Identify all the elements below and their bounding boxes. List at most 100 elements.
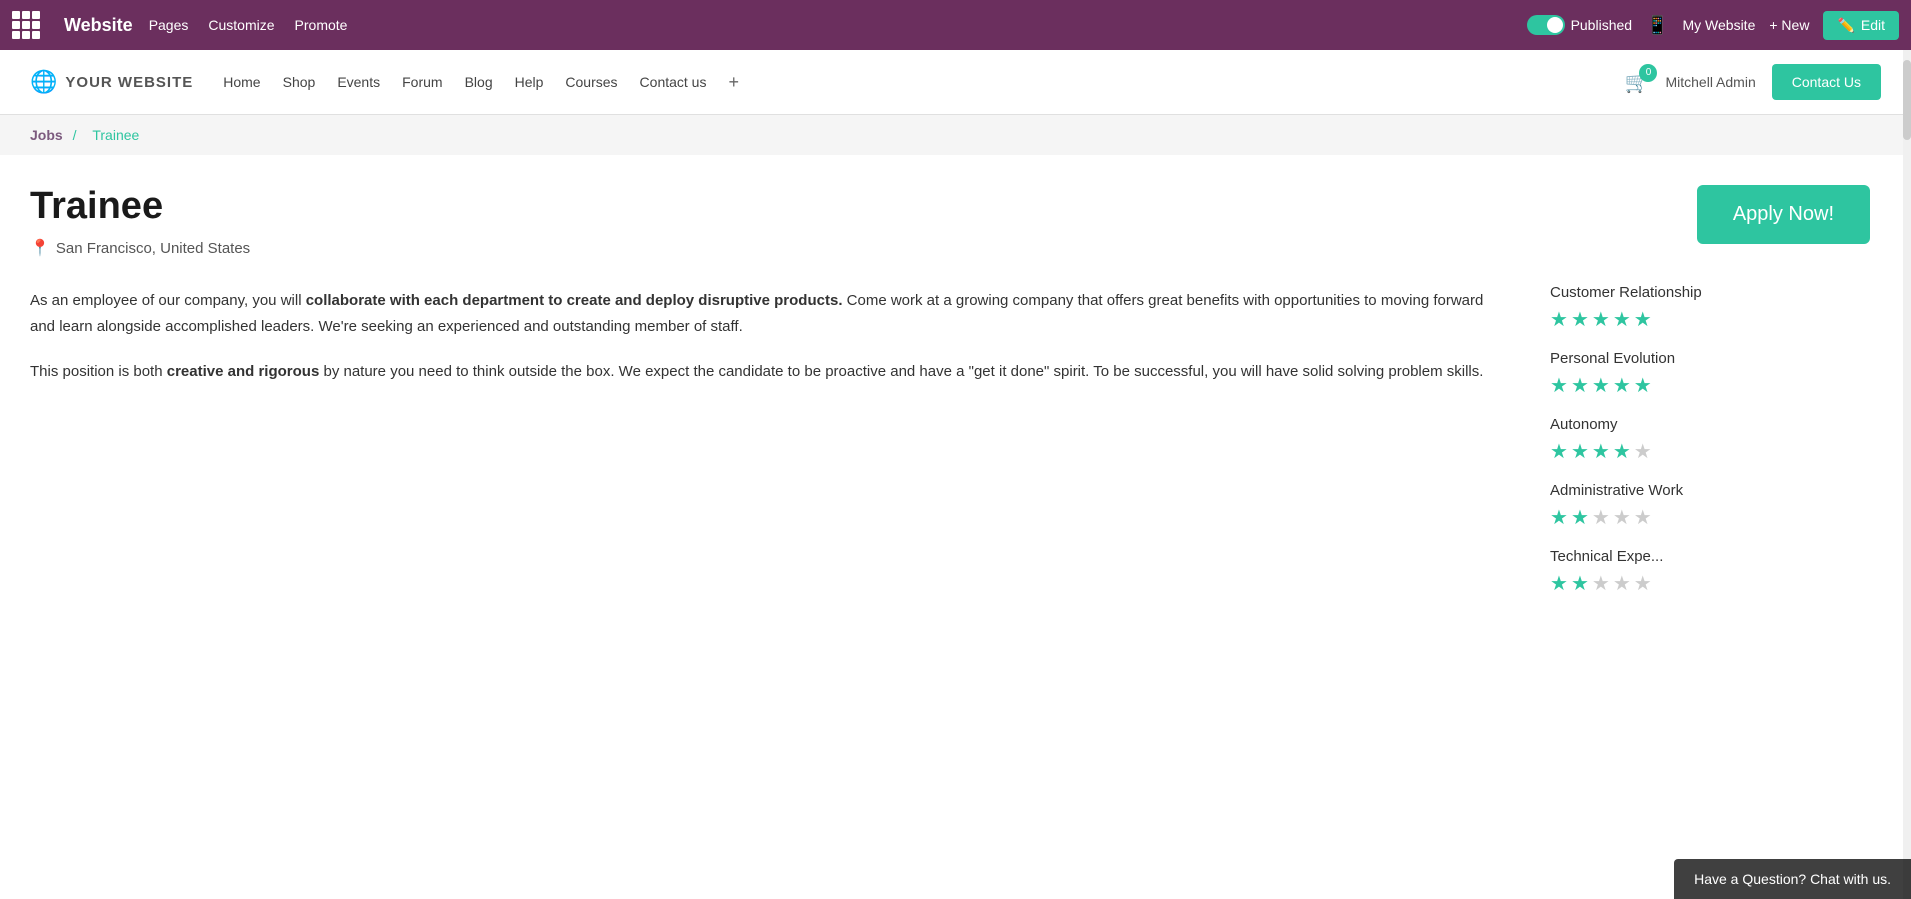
breadcrumb-current: Trainee bbox=[92, 127, 139, 143]
star: ★ bbox=[1634, 373, 1652, 398]
admin-name[interactable]: Mitchell Admin bbox=[1665, 74, 1755, 90]
job-desc-1-pre: As an employee of our company, you will bbox=[30, 292, 306, 309]
job-desc-1-bold: collaborate with each department to crea… bbox=[306, 292, 843, 309]
star: ★ bbox=[1550, 439, 1568, 464]
star: ★ bbox=[1571, 505, 1589, 530]
rating-personal-evolution: Personal Evolution ★ ★ ★ ★ ★ bbox=[1550, 350, 1870, 398]
rating-label-0: Customer Relationship bbox=[1550, 284, 1870, 301]
rating-label-1: Personal Evolution bbox=[1550, 350, 1870, 367]
nav-home[interactable]: Home bbox=[223, 74, 260, 90]
star-empty: ★ bbox=[1634, 505, 1652, 530]
star-empty: ★ bbox=[1592, 571, 1610, 596]
new-button[interactable]: + New bbox=[1769, 17, 1809, 33]
published-toggle-wrap: Published bbox=[1527, 15, 1633, 35]
nav-shop[interactable]: Shop bbox=[283, 74, 316, 90]
job-location: 📍 San Francisco, United States bbox=[30, 238, 1490, 258]
admin-nav-pages[interactable]: Pages bbox=[149, 17, 189, 33]
rating-technical-experience: Technical Expe... ★ ★ ★ ★ ★ bbox=[1550, 548, 1870, 596]
job-location-text: San Francisco, United States bbox=[56, 240, 250, 257]
star-empty: ★ bbox=[1634, 439, 1652, 464]
scrollbar[interactable] bbox=[1903, 50, 1911, 899]
rating-label-3: Administrative Work bbox=[1550, 482, 1870, 499]
breadcrumb-separator: / bbox=[73, 127, 77, 143]
cart-button[interactable]: 🛒 0 bbox=[1625, 70, 1650, 95]
navbar-add-icon[interactable]: + bbox=[728, 72, 739, 93]
edit-label: Edit bbox=[1861, 17, 1885, 33]
nav-events[interactable]: Events bbox=[337, 74, 380, 90]
job-desc-2: This position is both creative and rigor… bbox=[30, 359, 1490, 385]
star: ★ bbox=[1571, 307, 1589, 332]
star: ★ bbox=[1550, 571, 1568, 596]
rating-customer-relationship: Customer Relationship ★ ★ ★ ★ ★ bbox=[1550, 284, 1870, 332]
admin-bar: Website Pages Customize Promote Publishe… bbox=[0, 0, 1911, 50]
nav-forum[interactable]: Forum bbox=[402, 74, 442, 90]
star: ★ bbox=[1613, 307, 1631, 332]
navbar: 🌐 YOUR WEBSITE Home Shop Events Forum Bl… bbox=[0, 50, 1911, 115]
star-empty: ★ bbox=[1613, 505, 1631, 530]
rating-label-2: Autonomy bbox=[1550, 416, 1870, 433]
job-desc-1: As an employee of our company, you will … bbox=[30, 288, 1490, 339]
chat-widget[interactable]: Have a Question? Chat with us. bbox=[1674, 859, 1911, 899]
content-right: Apply Now! Customer Relationship ★ ★ ★ ★… bbox=[1550, 185, 1870, 614]
star: ★ bbox=[1613, 373, 1631, 398]
rating-label-4: Technical Expe... bbox=[1550, 548, 1870, 565]
rating-stars-4: ★ ★ ★ ★ ★ bbox=[1550, 571, 1870, 596]
star: ★ bbox=[1592, 307, 1610, 332]
job-desc-2-pre: This position is both bbox=[30, 363, 167, 380]
star-empty: ★ bbox=[1592, 505, 1610, 530]
star-empty: ★ bbox=[1634, 571, 1652, 596]
rating-stars-2: ★ ★ ★ ★ ★ bbox=[1550, 439, 1870, 464]
navbar-right: 🛒 0 Mitchell Admin Contact Us bbox=[1625, 64, 1881, 100]
star: ★ bbox=[1550, 307, 1568, 332]
grid-icon[interactable] bbox=[12, 11, 40, 39]
published-label: Published bbox=[1571, 17, 1633, 33]
star: ★ bbox=[1571, 571, 1589, 596]
nav-courses[interactable]: Courses bbox=[565, 74, 617, 90]
rating-administrative-work: Administrative Work ★ ★ ★ ★ ★ bbox=[1550, 482, 1870, 530]
star: ★ bbox=[1550, 505, 1568, 530]
mobile-icon[interactable]: 📱 bbox=[1646, 15, 1668, 36]
job-desc-2-post: by nature you need to think outside the … bbox=[319, 363, 1483, 380]
star: ★ bbox=[1550, 373, 1568, 398]
admin-bar-right: Published 📱 My Website + New ✏️ Edit bbox=[1527, 11, 1899, 40]
job-desc-2-bold: creative and rigorous bbox=[167, 363, 320, 380]
brand-name: YOUR WEBSITE bbox=[65, 74, 193, 91]
star: ★ bbox=[1571, 439, 1589, 464]
main-container: Trainee 📍 San Francisco, United States A… bbox=[0, 155, 1900, 644]
star: ★ bbox=[1592, 373, 1610, 398]
navbar-links: Home Shop Events Forum Blog Help Courses… bbox=[223, 72, 1624, 93]
content-left: Trainee 📍 San Francisco, United States A… bbox=[30, 185, 1550, 614]
my-website-button[interactable]: My Website bbox=[1682, 17, 1755, 33]
rating-stars-3: ★ ★ ★ ★ ★ bbox=[1550, 505, 1870, 530]
cart-badge: 0 bbox=[1639, 64, 1657, 82]
admin-brand: Website bbox=[64, 15, 133, 36]
nav-help[interactable]: Help bbox=[515, 74, 544, 90]
edit-button[interactable]: ✏️ Edit bbox=[1823, 11, 1899, 40]
published-toggle[interactable] bbox=[1527, 15, 1565, 35]
star: ★ bbox=[1592, 439, 1610, 464]
nav-contact-us[interactable]: Contact us bbox=[640, 74, 707, 90]
admin-nav: Pages Customize Promote bbox=[149, 17, 348, 33]
rating-autonomy: Autonomy ★ ★ ★ ★ ★ bbox=[1550, 416, 1870, 464]
star: ★ bbox=[1571, 373, 1589, 398]
apply-now-button[interactable]: Apply Now! bbox=[1697, 185, 1870, 244]
admin-nav-customize[interactable]: Customize bbox=[208, 17, 274, 33]
chat-widget-text: Have a Question? Chat with us. bbox=[1694, 871, 1891, 887]
breadcrumb-jobs[interactable]: Jobs bbox=[30, 127, 63, 143]
navbar-brand: 🌐 YOUR WEBSITE bbox=[30, 69, 193, 95]
rating-stars-0: ★ ★ ★ ★ ★ bbox=[1550, 307, 1870, 332]
breadcrumb: Jobs / Trainee bbox=[0, 115, 1911, 155]
job-title: Trainee bbox=[30, 185, 1490, 228]
apply-button-wrapper: Apply Now! bbox=[1550, 185, 1870, 244]
nav-blog[interactable]: Blog bbox=[465, 74, 493, 90]
contact-us-button[interactable]: Contact Us bbox=[1772, 64, 1881, 100]
admin-nav-promote[interactable]: Promote bbox=[295, 17, 348, 33]
globe-icon: 🌐 bbox=[30, 69, 57, 95]
scrollbar-thumb[interactable] bbox=[1903, 60, 1911, 140]
ratings-section: Customer Relationship ★ ★ ★ ★ ★ Personal… bbox=[1550, 284, 1870, 596]
pencil-icon: ✏️ bbox=[1837, 17, 1854, 34]
admin-bar-left: Website Pages Customize Promote bbox=[12, 11, 1519, 39]
star: ★ bbox=[1613, 439, 1631, 464]
star-empty: ★ bbox=[1613, 571, 1631, 596]
location-icon: 📍 bbox=[30, 238, 50, 258]
